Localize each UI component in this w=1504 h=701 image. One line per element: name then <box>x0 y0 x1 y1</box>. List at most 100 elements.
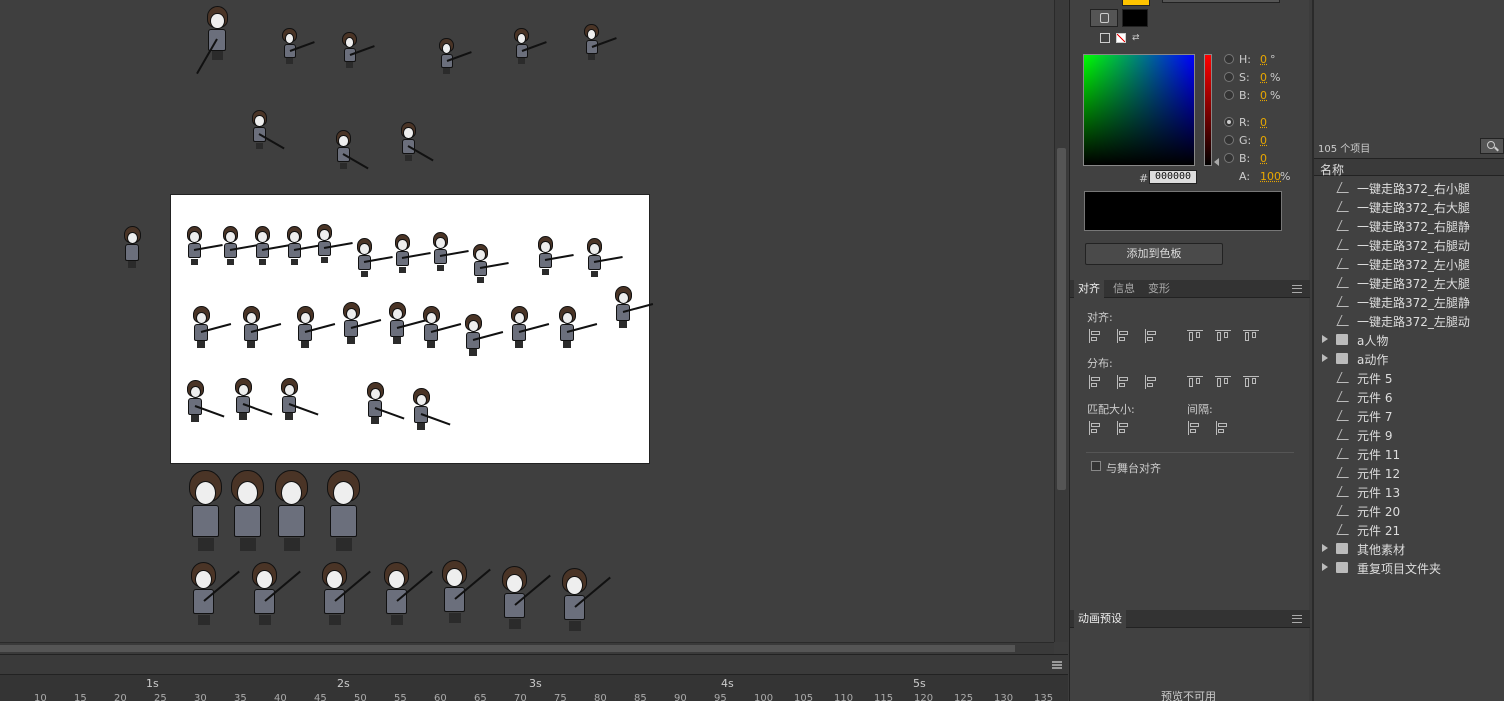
library-column-header[interactable]: 名称 <box>1314 158 1504 177</box>
timeline-frame-label: 15 <box>74 693 87 701</box>
library-item[interactable]: 一键走路372_右大腿 <box>1314 197 1504 216</box>
slider-pointer-icon[interactable] <box>1214 158 1219 166</box>
no-color-icon[interactable] <box>1116 33 1126 43</box>
color-field-value[interactable]: 100 <box>1260 170 1281 183</box>
symbol-icon <box>1336 296 1354 307</box>
expand-arrow-icon[interactable] <box>1322 563 1328 571</box>
timeline-menu-icon[interactable] <box>1052 661 1062 669</box>
library-item[interactable]: 元件 12 <box>1314 463 1504 482</box>
timeline-ruler[interactable]: 1s 2s 3s 4s 5s 10 15 20 25 30 35 40 45 50 55 60 65 70 75 80… <box>0 675 1068 701</box>
distribute-icon[interactable] <box>1144 375 1160 389</box>
swap-colors-icon[interactable]: ⇄ <box>1132 33 1144 43</box>
distribute-icon[interactable] <box>1116 375 1132 389</box>
library-item-label: 一键走路372_右小腿 <box>1357 182 1470 196</box>
library-folder[interactable]: 其他素材 <box>1314 539 1504 558</box>
color-mode-radio[interactable] <box>1224 54 1234 64</box>
library-item[interactable]: 一键走路372_右小腿 <box>1314 178 1504 197</box>
library-item[interactable]: 一键走路372_左腿静 <box>1314 292 1504 311</box>
black-white-icon[interactable] <box>1100 33 1110 43</box>
expand-arrow-icon[interactable] <box>1322 544 1328 552</box>
library-search-icon[interactable] <box>1480 138 1504 154</box>
panel-menu-icon[interactable] <box>1292 615 1302 623</box>
color-field-value[interactable]: 0 <box>1260 71 1267 84</box>
library-item-label: 元件 7 <box>1357 410 1393 424</box>
distribute-icon[interactable] <box>1187 375 1203 389</box>
horizontal-scroll-thumb[interactable] <box>0 645 1015 652</box>
library-folder[interactable]: 重复项目文件夹 <box>1314 558 1504 577</box>
timeline-frame-label: 135 <box>1034 693 1054 701</box>
color-mode-radio[interactable] <box>1224 135 1234 145</box>
distribute-icon[interactable] <box>1243 375 1259 389</box>
color-value-slider[interactable] <box>1204 54 1212 166</box>
color-mode-radio[interactable] <box>1224 90 1234 100</box>
library-item[interactable]: 元件 5 <box>1314 368 1504 387</box>
tab-info[interactable]: 信息 <box>1109 280 1139 298</box>
library-item[interactable]: 元件 21 <box>1314 520 1504 539</box>
expand-arrow-icon[interactable] <box>1322 335 1328 343</box>
stage-pasteboard[interactable] <box>0 0 1054 642</box>
library-item[interactable]: 元件 7 <box>1314 406 1504 425</box>
align-icon[interactable] <box>1187 329 1203 343</box>
stroke-color-swatch[interactable] <box>1122 9 1148 27</box>
library-folder[interactable]: a人物 <box>1314 330 1504 349</box>
timeline-second-label: 5s <box>913 677 926 690</box>
distribute-icon[interactable] <box>1088 375 1104 389</box>
tab-animation-presets[interactable]: 动画预设 <box>1074 610 1126 628</box>
library-item[interactable]: 元件 11 <box>1314 444 1504 463</box>
library-item[interactable]: 元件 20 <box>1314 501 1504 520</box>
library-item[interactable]: 一键走路372_左大腿 <box>1314 273 1504 292</box>
timeline-frame-label: 20 <box>114 693 127 701</box>
color-mode-radio[interactable] <box>1224 72 1234 82</box>
tab-transform[interactable]: 变形 <box>1144 280 1174 298</box>
vertical-scroll-thumb[interactable] <box>1057 148 1066 490</box>
library-item[interactable]: 一键走路372_左腿动 <box>1314 311 1504 330</box>
color-field-value[interactable]: 0 <box>1260 116 1267 129</box>
fill-color-swatch[interactable] <box>1122 0 1150 6</box>
align-icon[interactable] <box>1243 329 1259 343</box>
library-item-label: 一键走路372_左腿静 <box>1357 296 1470 310</box>
fill-bucket-icon[interactable] <box>1090 9 1118 27</box>
color-field-value[interactable]: 0 <box>1260 152 1267 165</box>
align-icon[interactable] <box>1215 329 1231 343</box>
swatch-type-dropdown[interactable] <box>1162 0 1280 3</box>
color-field-value[interactable]: 0 <box>1260 89 1267 102</box>
panel-menu-icon[interactable] <box>1292 285 1302 293</box>
hex-input[interactable]: 000000 <box>1149 170 1197 184</box>
match-size-icon[interactable] <box>1116 421 1132 435</box>
match-size-icon[interactable] <box>1088 421 1104 435</box>
timeline-frame-label: 95 <box>714 693 727 701</box>
align-to-stage-checkbox[interactable] <box>1091 461 1101 471</box>
library-folder[interactable]: a动作 <box>1314 349 1504 368</box>
color-picker-field[interactable] <box>1083 54 1195 166</box>
align-icon[interactable] <box>1144 329 1160 343</box>
timeline-second-label: 1s <box>146 677 159 690</box>
stage-vertical-scrollbar[interactable] <box>1054 0 1068 642</box>
timeline-frame-label: 100 <box>754 693 774 701</box>
library-item[interactable]: 元件 13 <box>1314 482 1504 501</box>
color-mode-radio[interactable] <box>1224 153 1234 163</box>
add-to-swatches-button[interactable]: 添加到色板 <box>1085 243 1223 265</box>
color-mode-radio[interactable] <box>1224 117 1234 127</box>
timeline-frame-label: 125 <box>954 693 974 701</box>
stage-horizontal-scrollbar[interactable] <box>0 642 1054 654</box>
align-icon[interactable] <box>1088 329 1104 343</box>
distribute-section-label: 分布: <box>1087 357 1113 370</box>
timeline-frame-label: 75 <box>554 693 567 701</box>
library-item[interactable]: 元件 6 <box>1314 387 1504 406</box>
tab-align[interactable]: 对齐 <box>1074 280 1104 298</box>
library-item[interactable]: 一键走路372_左小腿 <box>1314 254 1504 273</box>
color-field-value[interactable]: 0 <box>1260 134 1267 147</box>
library-item-label: 元件 12 <box>1357 467 1401 481</box>
library-item[interactable]: 一键走路372_右腿静 <box>1314 216 1504 235</box>
symbol-icon <box>1336 486 1354 497</box>
library-item-label: 元件 20 <box>1357 505 1401 519</box>
spacing-icon[interactable] <box>1215 421 1231 435</box>
distribute-icon[interactable] <box>1215 375 1231 389</box>
spacing-icon[interactable] <box>1187 421 1203 435</box>
color-field-value[interactable]: 0 <box>1260 53 1267 66</box>
expand-arrow-icon[interactable] <box>1322 354 1328 362</box>
library-item[interactable]: 元件 9 <box>1314 425 1504 444</box>
align-icon[interactable] <box>1116 329 1132 343</box>
library-item[interactable]: 一键走路372_右腿动 <box>1314 235 1504 254</box>
timeline-frame-label: 35 <box>234 693 247 701</box>
